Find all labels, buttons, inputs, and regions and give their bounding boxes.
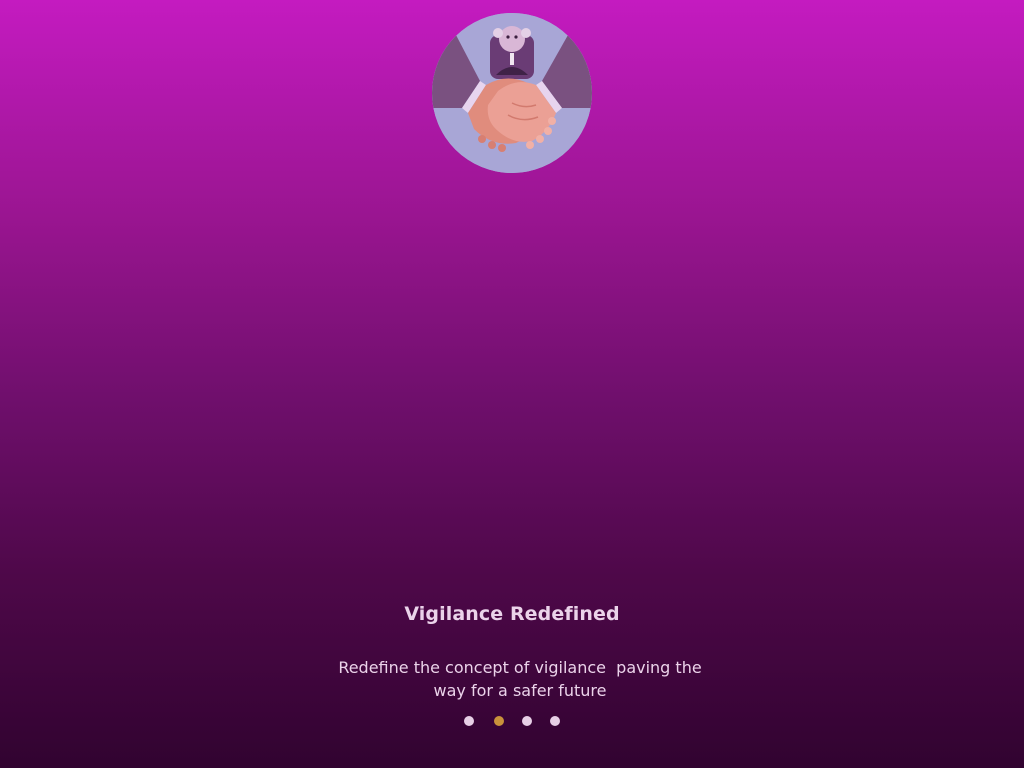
onboarding-subtitle: Redefine the concept of vigilance paving… [338,658,707,700]
pagination-dot-3[interactable] [522,716,532,726]
onboarding-screen: Vigilance Redefined Redefine the concept… [0,0,1024,768]
handshake-icon [432,13,592,173]
pagination-dot-2[interactable] [494,716,504,726]
pagination-dots [0,716,1024,726]
onboarding-title: Vigilance Redefined [404,603,620,625]
pagination-dot-1[interactable] [464,716,474,726]
onboarding-illustration [432,13,592,173]
pagination-dot-4[interactable] [550,716,560,726]
